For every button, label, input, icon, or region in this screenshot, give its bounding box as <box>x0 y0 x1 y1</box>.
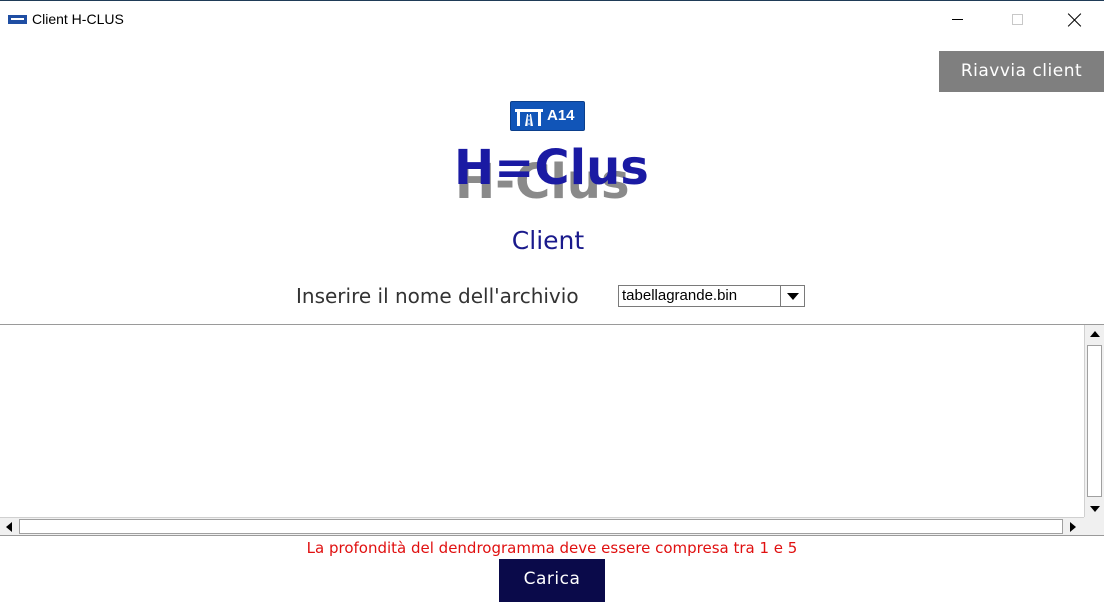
title-bar: Client H-CLUS <box>0 0 1104 38</box>
maximize-button[interactable] <box>994 1 1040 38</box>
arrow-up-icon <box>1089 330 1100 337</box>
close-button[interactable] <box>1052 1 1098 38</box>
horizontal-scrollbar[interactable] <box>0 517 1104 535</box>
chevron-down-icon <box>786 292 799 300</box>
horizontal-scroll-thumb[interactable] <box>19 519 1063 534</box>
arrow-right-icon <box>1070 521 1076 532</box>
vertical-scrollbar[interactable] <box>1084 325 1104 517</box>
app-icon <box>8 15 27 24</box>
brand-title: H=Clus <box>454 140 649 196</box>
minimize-icon <box>951 19 963 20</box>
page-subtitle: Client <box>511 226 585 255</box>
minimize-button[interactable] <box>934 1 980 38</box>
archive-select[interactable]: tabellagrande.bin <box>618 285 805 307</box>
archive-selected-value: tabellagrande.bin <box>622 287 738 304</box>
motorway-sign-logo: A14 <box>510 101 585 131</box>
restart-client-button[interactable]: Riavvia client <box>939 51 1104 92</box>
arrow-down-icon <box>1089 505 1100 512</box>
scroll-corner <box>1084 517 1104 535</box>
maximize-icon <box>1011 14 1023 25</box>
load-button[interactable]: Carica <box>499 559 605 602</box>
sign-label: A14 <box>547 107 575 124</box>
output-text-area[interactable] <box>0 324 1104 536</box>
scroll-right-button[interactable] <box>1064 518 1082 535</box>
brand-logo: H-Clus H=Clus <box>454 140 654 210</box>
window-title: Client H-CLUS <box>32 11 124 27</box>
scroll-left-button[interactable] <box>0 518 18 535</box>
close-icon <box>1068 13 1082 27</box>
scroll-down-button[interactable] <box>1085 500 1104 517</box>
dropdown-button[interactable] <box>780 286 804 306</box>
scroll-up-button[interactable] <box>1085 325 1104 342</box>
archive-label: Inserire il nome dell'archivio <box>296 284 579 308</box>
motorway-icon <box>515 109 543 126</box>
arrow-left-icon <box>6 521 12 532</box>
error-message: La profondità del dendrogramma deve esse… <box>306 539 798 557</box>
vertical-scroll-thumb[interactable] <box>1087 345 1102 497</box>
